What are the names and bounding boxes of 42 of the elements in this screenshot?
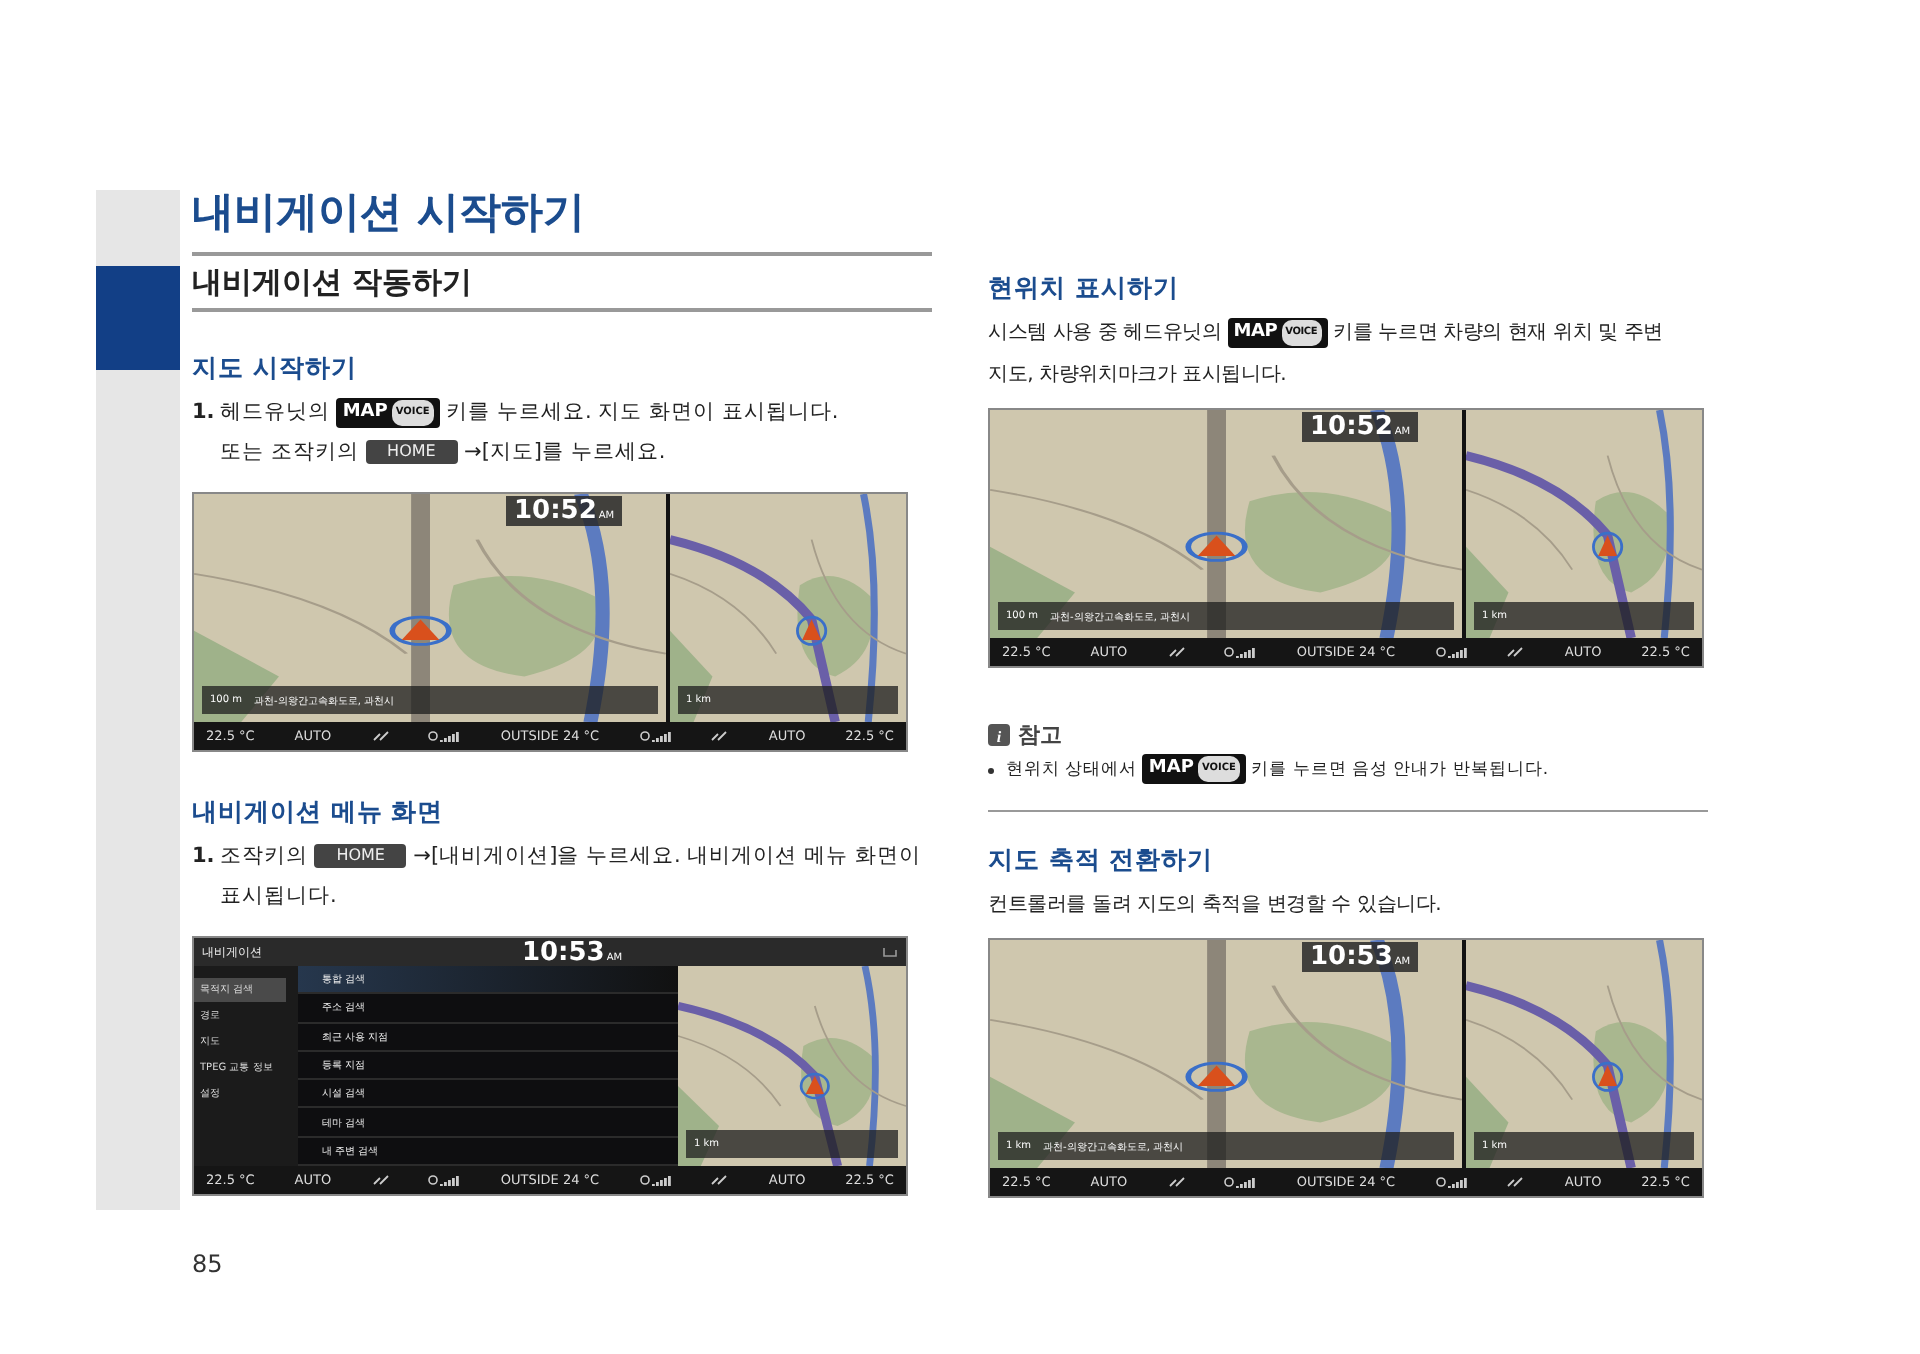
home-key: HOME bbox=[314, 844, 407, 869]
key-label: MAP bbox=[1233, 321, 1278, 344]
airflow-icon bbox=[1506, 646, 1525, 658]
step-text: 조작키의 HOME →[내비게이션]을 누르세요. 내비게이션 메뉴 화면이 표시됩니다. bbox=[220, 842, 923, 912]
fan-level-icon bbox=[639, 1174, 672, 1186]
fan-level-icon bbox=[1224, 646, 1257, 658]
airflow-icon bbox=[371, 730, 389, 742]
return-icon bbox=[882, 946, 898, 958]
airflow-icon bbox=[1167, 646, 1185, 658]
clock-time: 10:53 bbox=[521, 937, 605, 967]
airflow-icon bbox=[371, 1174, 389, 1186]
clock-time: 10:53 bbox=[1310, 942, 1393, 972]
step-number: 1. bbox=[192, 842, 217, 872]
airflow-icon bbox=[710, 730, 729, 742]
section-heading: 내비게이션 작동하기 bbox=[192, 252, 932, 312]
subsection-title: 지도 시작하기 bbox=[192, 352, 359, 386]
airflow-icon bbox=[1506, 1176, 1525, 1188]
clock-time: 10:52 bbox=[1310, 412, 1393, 442]
home-key: HOME bbox=[365, 440, 458, 465]
fan-level-icon bbox=[428, 730, 461, 742]
page-title: 내비게이션 시작하기 bbox=[192, 186, 587, 240]
subsection-title: 현위치 표시하기 bbox=[988, 272, 1181, 306]
subsection-title: 내비게이션 메뉴 화면 bbox=[192, 796, 446, 830]
fan-level-icon bbox=[1435, 1176, 1468, 1188]
fan-level-icon bbox=[428, 1174, 461, 1186]
key-label: MAP bbox=[1148, 758, 1194, 781]
key-label: MAP bbox=[342, 401, 388, 424]
fan-level-icon bbox=[1224, 1176, 1257, 1188]
clock-time: 10:52 bbox=[514, 496, 597, 526]
airflow-icon bbox=[710, 1174, 729, 1186]
body-text: 컨트롤러를 돌려 지도의 축적을 변경할 수 있습니다. bbox=[988, 892, 1444, 920]
info-icon: i bbox=[988, 724, 1010, 746]
fan-level-icon bbox=[639, 730, 672, 742]
step-text: 또는 조작키의 HOME →[지도]를 누르세요. bbox=[220, 438, 668, 469]
airflow-icon bbox=[1167, 1176, 1185, 1188]
body-text: 지도, 차량위치마크가 표시됩니다. bbox=[988, 362, 1289, 390]
step-number: 1. bbox=[192, 398, 217, 428]
page-number: 85 bbox=[192, 1250, 225, 1278]
note-label: 참고 bbox=[1018, 720, 1062, 750]
fan-level-icon bbox=[1435, 646, 1468, 658]
bullet-dot bbox=[988, 767, 994, 773]
subsection-title: 지도 축적 전환하기 bbox=[988, 844, 1216, 878]
